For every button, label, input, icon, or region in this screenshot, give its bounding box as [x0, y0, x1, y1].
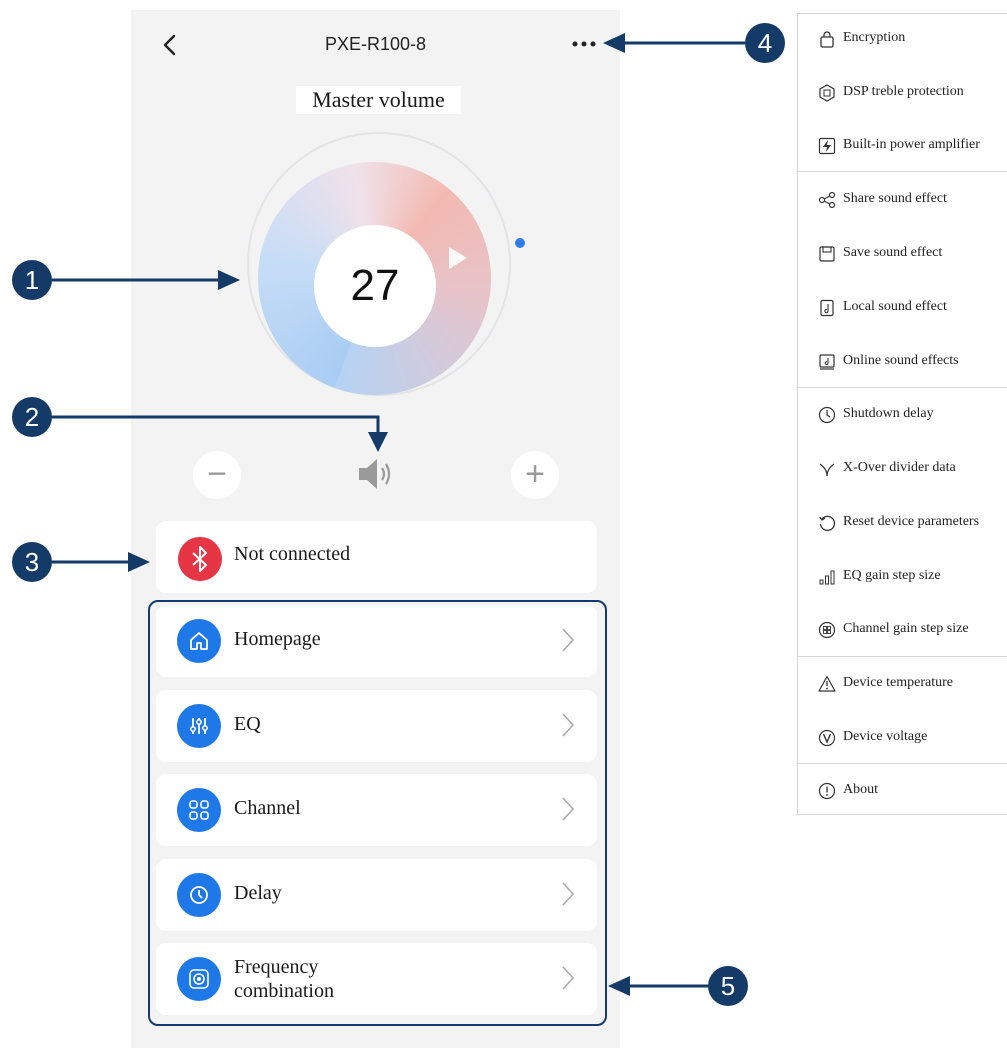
annotation-arrows [52, 33, 745, 996]
callout-3: 3 [12, 542, 52, 582]
callout-5: 5 [708, 966, 748, 1006]
callout-2: 2 [12, 397, 52, 437]
callout-1: 1 [12, 260, 52, 300]
callout-4: 4 [745, 23, 785, 63]
